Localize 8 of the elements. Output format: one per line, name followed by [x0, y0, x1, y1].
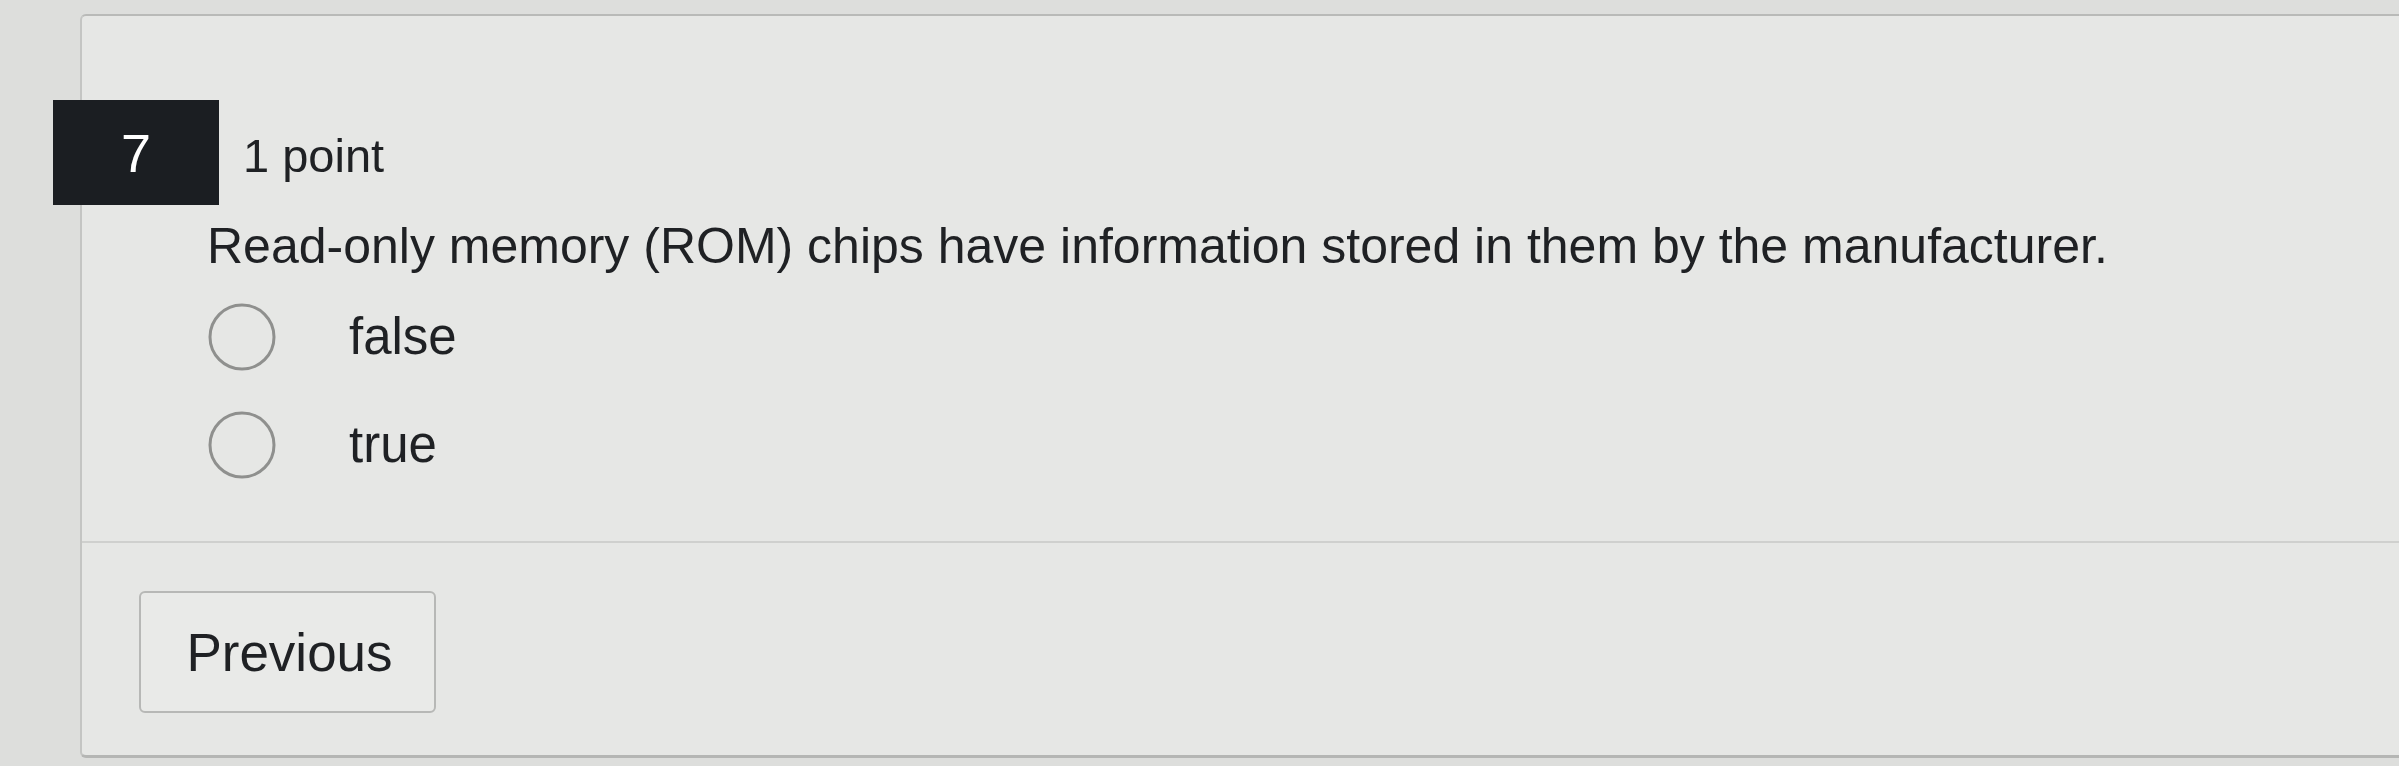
radio-button[interactable]	[208, 411, 276, 479]
points-label: 1 point	[243, 128, 385, 183]
previous-button[interactable]: Previous	[139, 591, 436, 713]
radio-button[interactable]	[208, 303, 276, 371]
option-label[interactable]: true	[349, 416, 437, 474]
question-number: 7	[53, 100, 219, 205]
question-text: Read-only memory (ROM) chips have information stored in them by the manufacturer.	[207, 217, 2108, 275]
option-label[interactable]: false	[349, 308, 457, 366]
